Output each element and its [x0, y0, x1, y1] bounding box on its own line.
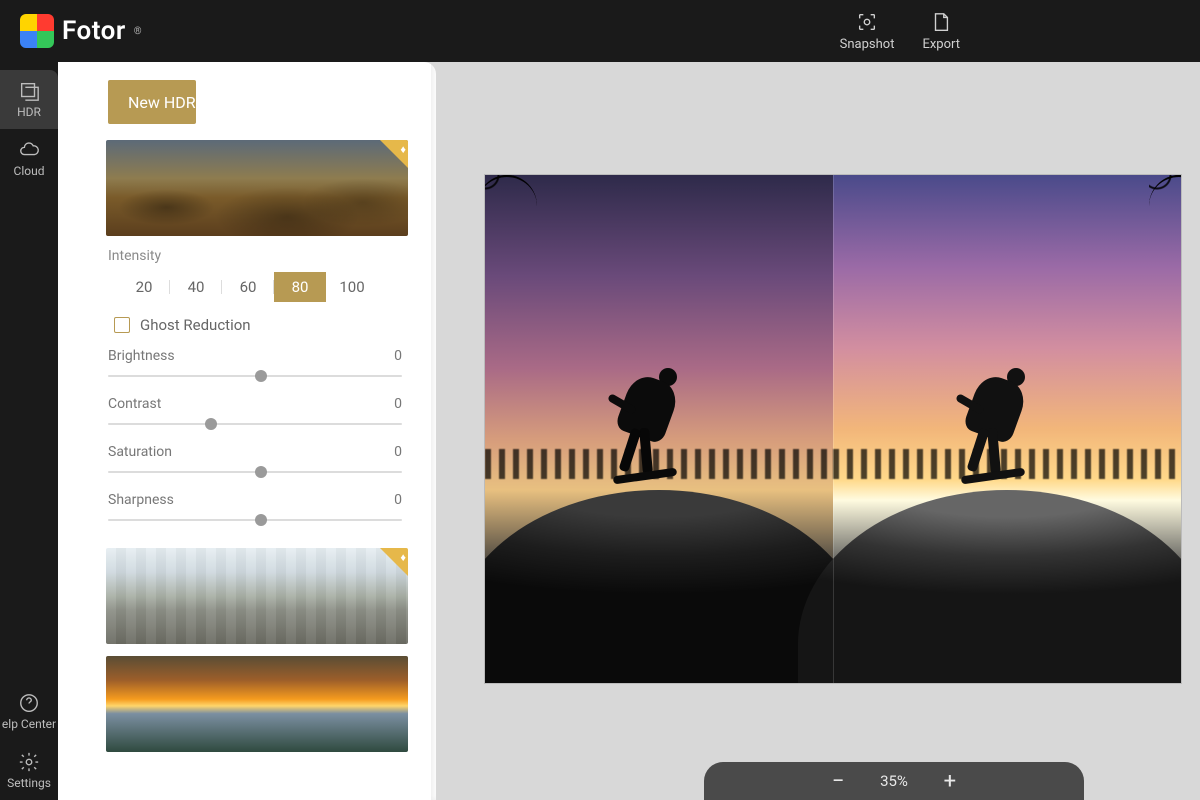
help-icon — [18, 692, 40, 714]
logo-mark — [20, 14, 54, 48]
rail-settings-label: Settings — [7, 776, 51, 790]
rail-item-settings[interactable]: Settings — [0, 741, 58, 800]
topbar: Fotor ® Snapshot Export — [0, 0, 1200, 62]
left-rail: HDR Cloud elp Center Settings — [0, 62, 58, 800]
brand-name: Fotor — [62, 16, 126, 46]
gear-icon — [18, 751, 40, 773]
zoom-out-button[interactable]: − — [826, 769, 850, 793]
preset-sunset[interactable] — [106, 656, 408, 752]
topbar-actions: Snapshot Export — [840, 11, 960, 52]
zoom-level: 35% — [880, 772, 908, 790]
hdr-controls: Intensity 20 40 60 80 100 Ghost Reductio… — [108, 248, 406, 530]
contrast-value: 0 — [394, 396, 402, 412]
rail-cloud-label: Cloud — [14, 164, 45, 178]
rail-item-hdr[interactable]: HDR — [0, 70, 58, 129]
hdr-panel: New HDR Intensity 20 40 60 80 100 Ghost … — [58, 62, 436, 800]
intensity-options: 20 40 60 80 100 — [118, 272, 406, 302]
premium-badge-icon — [380, 140, 408, 168]
logo[interactable]: Fotor ® — [20, 14, 142, 48]
intensity-label: Intensity — [108, 248, 406, 264]
preview-before — [485, 175, 833, 683]
slider-group: Brightness 0 Contrast 0 Saturation 0 Sharpn… — [108, 348, 406, 530]
comparison-preview[interactable] — [484, 174, 1182, 684]
cloud-icon — [18, 139, 40, 161]
new-hdr-label: New HDR — [128, 93, 196, 112]
saturation-label: Saturation — [108, 444, 172, 460]
export-button[interactable]: Export — [922, 11, 960, 52]
snapshot-icon — [856, 11, 878, 33]
premium-badge-icon — [380, 548, 408, 576]
sharpness-label: Sharpness — [108, 492, 174, 508]
sharpness-thumb[interactable] — [255, 514, 267, 526]
rail-hdr-label: HDR — [17, 105, 41, 119]
new-hdr-button[interactable]: New HDR — [108, 80, 196, 124]
rail-help-label: elp Center — [2, 717, 56, 731]
rail-item-help[interactable]: elp Center — [0, 682, 58, 741]
zoom-in-button[interactable]: + — [938, 769, 962, 793]
ghost-reduction-checkbox[interactable] — [114, 317, 130, 333]
snapshot-label: Snapshot — [840, 37, 895, 52]
stack-icon — [18, 80, 40, 102]
brightness-label: Brightness — [108, 348, 175, 364]
export-icon — [930, 11, 952, 33]
intensity-60[interactable]: 60 — [222, 272, 274, 302]
brightness-slider[interactable] — [108, 366, 402, 386]
comparison-divider[interactable] — [833, 175, 834, 683]
saturation-thumb[interactable] — [255, 466, 267, 478]
preview-after — [833, 175, 1181, 683]
registered-mark: ® — [134, 26, 142, 37]
rail-item-cloud[interactable]: Cloud — [0, 129, 58, 188]
sharpness-slider[interactable] — [108, 510, 402, 530]
preset-mountains[interactable] — [106, 140, 408, 236]
ghost-reduction-label: Ghost Reduction — [140, 316, 251, 334]
snapshot-button[interactable]: Snapshot — [840, 11, 895, 52]
saturation-slider[interactable] — [108, 462, 402, 482]
intensity-40[interactable]: 40 — [170, 272, 222, 302]
ghost-reduction-row: Ghost Reduction — [114, 316, 406, 334]
contrast-slider[interactable] — [108, 414, 402, 434]
saturation-value: 0 — [394, 444, 402, 460]
export-label: Export — [922, 37, 960, 52]
contrast-thumb[interactable] — [205, 418, 217, 430]
intensity-20[interactable]: 20 — [118, 272, 170, 302]
sharpness-value: 0 — [394, 492, 402, 508]
zoom-bar: − 35% + — [704, 762, 1084, 800]
brightness-value: 0 — [394, 348, 402, 364]
brightness-thumb[interactable] — [255, 370, 267, 382]
preset-city[interactable] — [106, 548, 408, 644]
intensity-80[interactable]: 80 — [274, 272, 326, 302]
canvas-area: − 35% + — [436, 62, 1200, 800]
intensity-100[interactable]: 100 — [326, 272, 378, 302]
contrast-label: Contrast — [108, 396, 161, 412]
